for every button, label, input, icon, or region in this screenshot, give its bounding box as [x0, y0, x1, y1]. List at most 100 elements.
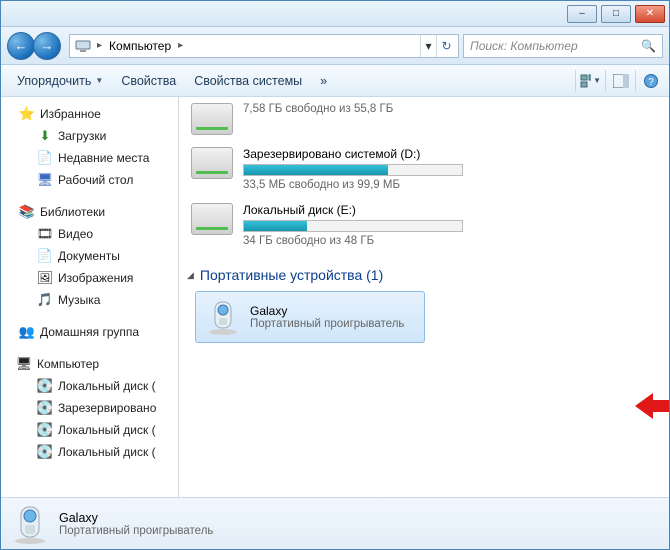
navbar: ← → ▸ Компьютер ▸ ▾ ↻ Поиск: Компьютер 🔍: [1, 27, 669, 65]
drive-item[interactable]: Зарезервировано системой (D:) 33,5 МБ св…: [179, 141, 669, 197]
search-input[interactable]: Поиск: Компьютер 🔍: [463, 34, 663, 58]
sidebar-computer[interactable]: 🖥 Компьютер: [1, 353, 178, 375]
computer-icon: [75, 38, 91, 54]
sidebar-libraries-label: Библиотеки: [40, 205, 105, 219]
help-button[interactable]: ?: [635, 70, 661, 92]
sidebar-item-drive[interactable]: 💽 Локальный диск (: [1, 419, 178, 441]
sidebar-favorites-label: Избранное: [40, 107, 101, 121]
sidebar-item-downloads[interactable]: ⬇ Загрузки: [1, 125, 178, 147]
device-galaxy[interactable]: Galaxy Портативный проигрыватель: [195, 291, 425, 343]
portable-player-icon: [11, 503, 49, 545]
sidebar-item-label: Документы: [58, 249, 120, 263]
drive-name: Зарезервировано системой (D:): [243, 147, 543, 161]
drive-free-text: 7,58 ГБ свободно из 55,8 ГБ: [243, 103, 543, 115]
content-pane: 7,58 ГБ свободно из 55,8 ГБ Зарезервиров…: [179, 97, 669, 497]
system-properties-button[interactable]: Свойства системы: [186, 70, 310, 92]
sidebar-item-label: Изображения: [58, 271, 133, 285]
hard-drive-icon: [191, 147, 233, 179]
sidebar-item-drive[interactable]: 💽 Локальный диск (: [1, 441, 178, 463]
view-options-button[interactable]: ▼: [575, 70, 601, 92]
drive-free-text: 33,5 МБ свободно из 99,9 МБ: [243, 179, 543, 191]
computer-icon: 🖥: [16, 356, 32, 372]
hard-drive-icon: [191, 203, 233, 235]
sidebar-computer-label: Компьютер: [37, 357, 99, 371]
sidebar-item-label: Зарезервировано: [58, 401, 156, 415]
picture-icon: 🖼: [37, 270, 53, 286]
chevron-down-icon: ▼: [95, 76, 103, 85]
sidebar-item-label: Загрузки: [58, 129, 106, 143]
address-bar[interactable]: ▸ Компьютер ▸ ▾ ↻: [69, 34, 459, 58]
drive-icon: 💽: [37, 400, 53, 416]
device-subtitle: Портативный проигрыватель: [250, 318, 404, 330]
music-icon: 🎵: [37, 292, 53, 308]
portable-devices-section[interactable]: ◢ Портативные устройства (1): [179, 253, 669, 289]
libraries-icon: 📚: [19, 204, 35, 220]
sidebar-item-label: Видео: [58, 227, 93, 241]
toolbar-overflow[interactable]: »: [312, 70, 335, 92]
maximize-button[interactable]: □: [601, 5, 631, 23]
sidebar-item-label: Музыка: [58, 293, 100, 307]
video-icon: 🎞: [37, 226, 53, 242]
breadcrumb-computer[interactable]: Компьютер: [105, 39, 175, 53]
chevron-right-icon: ▸: [175, 40, 186, 51]
drive-name: Локальный диск (E:): [243, 203, 543, 217]
storage-bar: [243, 164, 463, 176]
sidebar-item-recent[interactable]: 📄 Недавние места: [1, 147, 178, 169]
drive-icon: 💽: [37, 422, 53, 438]
nav-buttons: ← →: [7, 31, 65, 61]
organize-button[interactable]: Упорядочить ▼: [9, 70, 111, 92]
sidebar-item-label: Рабочий стол: [58, 173, 133, 187]
status-title: Galaxy: [59, 511, 213, 525]
hard-drive-icon: [191, 103, 233, 135]
recent-icon: 📄: [37, 150, 53, 166]
drive-icon: 💽: [37, 444, 53, 460]
drive-item[interactable]: Локальный диск (E:) 34 ГБ свободно из 48…: [179, 197, 669, 253]
refresh-button[interactable]: ↻: [436, 35, 456, 57]
star-icon: ⭐: [19, 106, 35, 122]
body: ⭐ Избранное ⬇ Загрузки 📄 Недавние места …: [1, 97, 669, 497]
forward-button[interactable]: →: [33, 32, 61, 60]
organize-label: Упорядочить: [17, 74, 91, 88]
sidebar-item-label: Локальный диск (: [58, 423, 156, 437]
status-subtitle: Портативный проигрыватель: [59, 525, 213, 537]
search-placeholder: Поиск: Компьютер: [470, 39, 578, 53]
preview-pane-button[interactable]: [605, 70, 631, 92]
svg-text:?: ?: [648, 77, 654, 88]
annotation-arrow-icon: [635, 391, 669, 421]
drive-icon: 💽: [37, 378, 53, 394]
explorer-window: – □ ✕ ← → ▸ Компьютер ▸ ▾ ↻ Поиск: Компь…: [0, 0, 670, 550]
back-button[interactable]: ←: [7, 32, 35, 60]
sidebar-homegroup[interactable]: 👥 Домашняя группа: [1, 321, 178, 343]
sidebar-homegroup-label: Домашняя группа: [40, 325, 139, 339]
storage-bar: [243, 220, 463, 232]
document-icon: 📄: [37, 248, 53, 264]
sidebar-favorites[interactable]: ⭐ Избранное: [1, 103, 178, 125]
sidebar-item-label: Локальный диск (: [58, 445, 156, 459]
toolbar: Упорядочить ▼ Свойства Свойства системы …: [1, 65, 669, 97]
close-button[interactable]: ✕: [635, 5, 665, 23]
sidebar-item-documents[interactable]: 📄 Документы: [1, 245, 178, 267]
minimize-button[interactable]: –: [567, 5, 597, 23]
sidebar-item-drive[interactable]: 💽 Локальный диск (: [1, 375, 178, 397]
drive-item[interactable]: 7,58 ГБ свободно из 55,8 ГБ: [179, 97, 669, 141]
sidebar-item-videos[interactable]: 🎞 Видео: [1, 223, 178, 245]
sidebar-item-label: Локальный диск (: [58, 379, 156, 393]
sidebar-item-pictures[interactable]: 🖼 Изображения: [1, 267, 178, 289]
chevron-right-icon: ▸: [94, 40, 105, 51]
search-icon: 🔍: [641, 39, 656, 53]
sidebar-item-label: Недавние места: [58, 151, 149, 165]
sidebar-item-desktop[interactable]: 🖥 Рабочий стол: [1, 169, 178, 191]
collapse-triangle-icon: ◢: [187, 270, 194, 281]
titlebar: – □ ✕: [1, 1, 669, 27]
device-name: Galaxy: [250, 304, 404, 318]
properties-button[interactable]: Свойства: [113, 70, 184, 92]
portable-player-icon: [206, 298, 240, 336]
desktop-icon: 🖥: [37, 172, 53, 188]
sidebar-libraries[interactable]: 📚 Библиотеки: [1, 201, 178, 223]
download-icon: ⬇: [37, 128, 53, 144]
section-title: Портативные устройства (1): [200, 267, 383, 283]
address-dropdown[interactable]: ▾: [420, 35, 436, 57]
sidebar-item-music[interactable]: 🎵 Музыка: [1, 289, 178, 311]
sidebar-item-drive[interactable]: 💽 Зарезервировано: [1, 397, 178, 419]
sidebar: ⭐ Избранное ⬇ Загрузки 📄 Недавние места …: [1, 97, 179, 497]
